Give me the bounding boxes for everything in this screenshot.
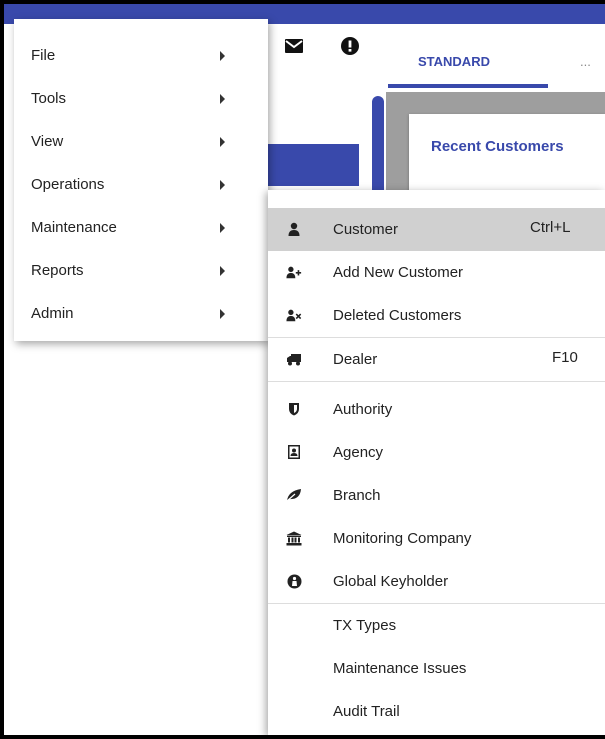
- user-plus-icon: [286, 264, 302, 280]
- menu-item-label: Tools: [31, 90, 67, 107]
- menu-item-label: Reports: [31, 262, 84, 279]
- menu-item-label: File: [31, 47, 56, 64]
- submenu-item-branch[interactable]: Branch: [268, 474, 605, 517]
- submenu-item-monitoring-company[interactable]: Monitoring Company: [268, 517, 605, 560]
- mail-icon[interactable]: [284, 36, 304, 56]
- submenu-item-authority[interactable]: Authority: [268, 388, 605, 431]
- submenu-item-customer[interactable]: Customer Ctrl+L: [268, 208, 605, 251]
- caret-right-icon: [220, 223, 225, 233]
- submenu-item-audit-trail[interactable]: Audit Trail: [268, 690, 605, 733]
- submenu-item-label: Maintenance Issues: [333, 660, 467, 677]
- alert-icon[interactable]: [340, 36, 360, 56]
- menu-item-label: Operations: [31, 176, 105, 193]
- submenu-item-deleted-customers[interactable]: Deleted Customers: [268, 294, 605, 337]
- portrait-icon: [286, 444, 302, 460]
- submenu-item-add-new-customer[interactable]: Add New Customer: [268, 251, 605, 294]
- caret-right-icon: [220, 180, 225, 190]
- tab-standard-indicator: [388, 84, 548, 88]
- submenu-item-label: TX Types: [333, 617, 397, 634]
- submenu-item-agency[interactable]: Agency: [268, 431, 605, 474]
- recent-customers-card: Recent Customers: [409, 114, 605, 194]
- left-panel-accent: [259, 144, 359, 186]
- menu-item-reports[interactable]: Reports: [14, 250, 268, 293]
- menu-item-label: Admin: [31, 305, 74, 322]
- submenu-item-dealer[interactable]: Dealer F10: [268, 338, 605, 381]
- caret-right-icon: [220, 266, 225, 276]
- menu-item-view[interactable]: View: [14, 121, 268, 164]
- submenu-item-label: Add New Customer: [333, 264, 464, 281]
- header-icon-strip: [268, 24, 388, 92]
- user-icon: [286, 221, 302, 237]
- tab-bar: STANDARD ...: [388, 24, 605, 92]
- shield-icon: [286, 401, 302, 417]
- submenu-item-label: Audit Trail: [333, 703, 400, 720]
- recent-customers-title: Recent Customers: [431, 138, 564, 155]
- menu-item-admin[interactable]: Admin: [14, 293, 268, 336]
- truck-icon: [286, 351, 302, 367]
- bank-icon: [286, 530, 302, 546]
- caret-right-icon: [220, 94, 225, 104]
- user-times-icon: [286, 307, 302, 323]
- submenu-item-label: Global Keyholder: [333, 573, 449, 590]
- scrollbar[interactable]: [372, 96, 384, 196]
- menu-item-tools[interactable]: Tools: [14, 78, 268, 121]
- menu-item-label: View: [31, 133, 64, 150]
- submenu-item-global-keyholder[interactable]: Global Keyholder: [268, 560, 605, 603]
- leaf-icon: [286, 487, 302, 503]
- submenu-item-maintenance-issues[interactable]: Maintenance Issues: [268, 647, 605, 690]
- menu-item-label: Maintenance: [31, 219, 117, 236]
- tab-standard[interactable]: STANDARD: [418, 54, 490, 69]
- submenu-item-label: Dealer: [333, 351, 378, 368]
- menu-item-maintenance[interactable]: Maintenance: [14, 207, 268, 250]
- shortcut-label: Ctrl+L: [530, 219, 571, 236]
- tab-overflow[interactable]: ...: [580, 54, 591, 69]
- shortcut-label: F10: [552, 349, 578, 366]
- main-menu: File Tools View Operations Maintenance R…: [14, 19, 268, 341]
- submenu-item-tx-types[interactable]: TX Types: [268, 604, 605, 647]
- submenu-item-label: Monitoring Company: [333, 530, 472, 547]
- caret-right-icon: [220, 309, 225, 319]
- menu-item-operations[interactable]: Operations: [14, 164, 268, 207]
- keyholder-icon: [286, 573, 302, 589]
- submenu-item-label: Deleted Customers: [333, 307, 462, 324]
- submenu-item-label: Branch: [333, 487, 381, 504]
- maintenance-submenu: Customer Ctrl+L Add New Customer Deleted…: [268, 190, 605, 735]
- submenu-divider: [268, 381, 605, 382]
- caret-right-icon: [220, 137, 225, 147]
- menu-item-file[interactable]: File: [14, 35, 268, 78]
- submenu-item-label: Agency: [333, 444, 384, 461]
- submenu-item-label: Customer: [333, 221, 399, 238]
- caret-right-icon: [220, 51, 225, 61]
- submenu-item-label: Authority: [333, 401, 393, 418]
- app-window: STANDARD ... Recent Customers File Tools…: [4, 4, 605, 735]
